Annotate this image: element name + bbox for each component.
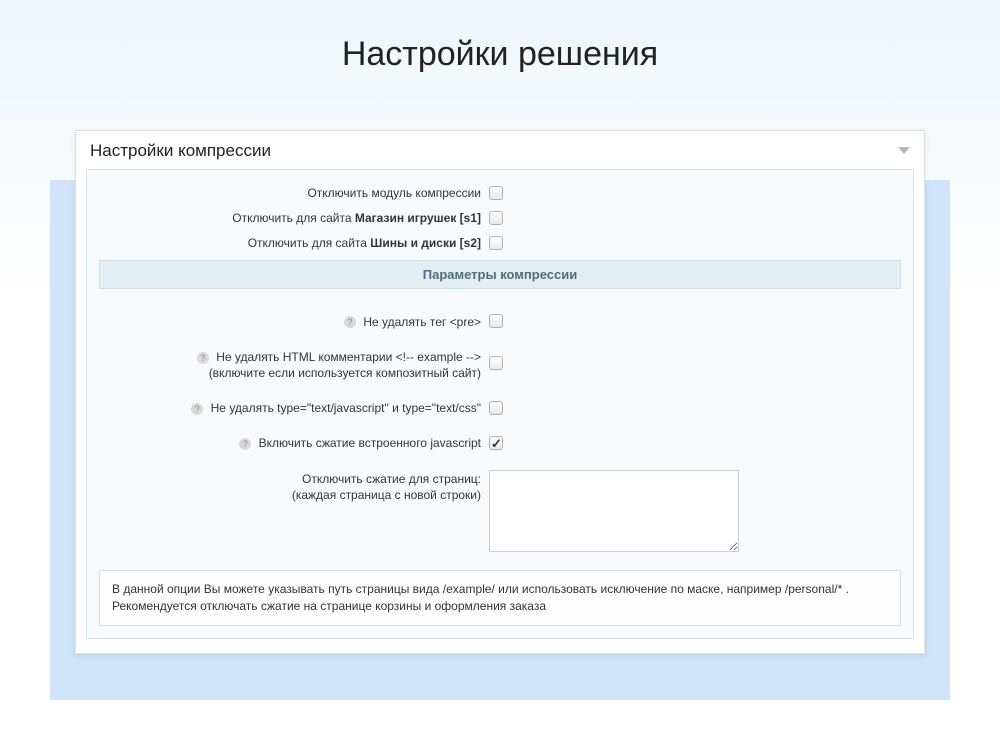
page-title: Настройки решения — [0, 35, 1000, 74]
label-exclude-line2: (каждая страница с новой строки) — [292, 488, 481, 502]
settings-panel: Настройки компрессии Отключить модуль ко… — [75, 130, 925, 654]
panel-body: Отключить модуль компрессии Отключить дл… — [86, 169, 914, 639]
label-disable-s2-name: Шины и диски [s2] — [370, 236, 481, 250]
help-icon[interactable]: ? — [239, 438, 251, 450]
checkbox-keep-types[interactable] — [489, 401, 503, 415]
checkbox-disable-module[interactable] — [489, 186, 503, 200]
collapse-icon[interactable] — [898, 147, 910, 155]
label-keep-comments-line2: (включите если используется композитный … — [209, 366, 481, 380]
label-inline-js: Включить сжатие встроенного javascript — [259, 436, 481, 450]
help-icon[interactable]: ? — [344, 316, 356, 328]
row-disable-module: Отключить модуль компрессии — [99, 184, 901, 201]
help-icon[interactable]: ? — [191, 403, 203, 415]
note-box: В данной опции Вы можете указывать путь … — [99, 570, 901, 627]
label-disable-s2-prefix: Отключить для сайта — [248, 236, 371, 250]
label-disable-module: Отключить модуль компрессии — [307, 186, 481, 200]
checkbox-keep-pre[interactable] — [489, 314, 503, 328]
textarea-exclude-pages[interactable] — [489, 470, 739, 552]
label-keep-pre: Не удалять тег <pre> — [363, 315, 481, 329]
row-keep-comments: ? Не удалять HTML комментарии <!-- examp… — [99, 348, 901, 381]
help-icon[interactable]: ? — [197, 352, 209, 364]
label-keep-types: Не удалять type="text/javascript" и type… — [211, 401, 481, 415]
label-disable-s1-name: Магазин игрушек [s1] — [355, 211, 481, 225]
label-keep-comments-line1: Не удалять HTML комментарии <!-- example… — [216, 350, 481, 364]
checkbox-disable-site-s1[interactable] — [489, 211, 503, 225]
checkbox-keep-comments[interactable] — [489, 356, 503, 370]
panel-header: Настройки компрессии — [76, 131, 924, 169]
label-disable-s1-prefix: Отключить для сайта — [232, 211, 355, 225]
label-exclude-line1: Отключить сжатие для страниц: — [302, 472, 481, 486]
row-disable-site-s1: Отключить для сайта Магазин игрушек [s1] — [99, 209, 901, 226]
row-keep-types: ? Не удалять type="text/javascript" и ty… — [99, 399, 901, 416]
section-compression-params: Параметры компрессии — [99, 260, 901, 289]
row-keep-pre: ? Не удалять тег <pre> — [99, 313, 901, 330]
checkbox-inline-js[interactable] — [489, 436, 503, 450]
panel-title: Настройки компрессии — [90, 141, 271, 161]
row-disable-site-s2: Отключить для сайта Шины и диски [s2] — [99, 234, 901, 251]
checkbox-disable-site-s2[interactable] — [489, 236, 503, 250]
row-inline-js: ? Включить сжатие встроенного javascript — [99, 434, 901, 451]
row-exclude-pages: Отключить сжатие для страниц: (каждая ст… — [99, 470, 901, 556]
